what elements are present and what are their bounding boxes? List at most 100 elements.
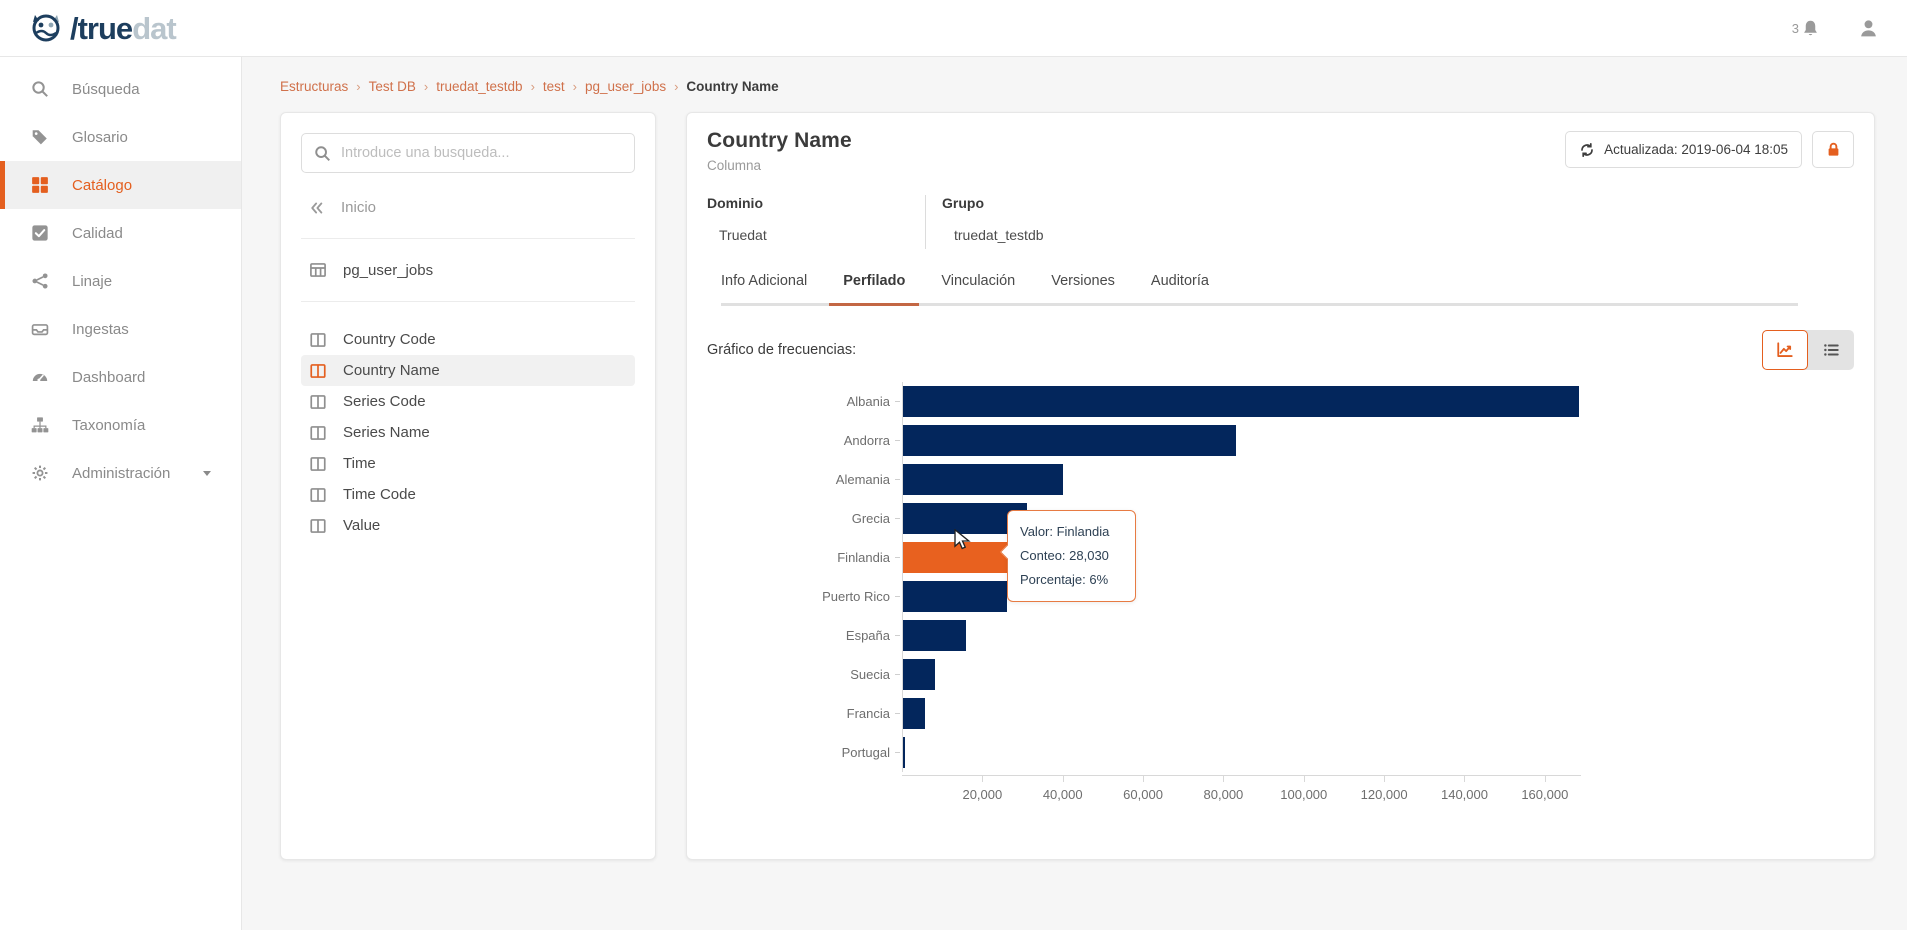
- x-axis-tick: [982, 776, 984, 782]
- column-item-series-code[interactable]: Series Code: [301, 386, 635, 417]
- owl-logo-icon: [26, 8, 66, 48]
- sidebar-item-label: Taxonomía: [72, 416, 146, 434]
- frequency-bar-albania[interactable]: [903, 386, 1579, 417]
- column-item-time-code[interactable]: Time Code: [301, 479, 635, 510]
- sidebar-item-busqueda[interactable]: Búsqueda: [0, 65, 241, 113]
- tab-versiones[interactable]: Versiones: [1051, 273, 1115, 289]
- sidebar-item-administracion[interactable]: Administración: [0, 449, 241, 497]
- angles-left-icon: [309, 200, 325, 216]
- tooltip-percentage-line: Porcentaje: 6%: [1020, 572, 1109, 588]
- sidebar: Búsqueda Glosario Catálogo Calidad Linaje Ing…: [0, 57, 242, 930]
- breadcrumb-separator: ›: [572, 79, 578, 94]
- divider: [301, 238, 635, 239]
- truedat-logo[interactable]: /truedat: [26, 8, 177, 48]
- frequency-bar-puerto-rico[interactable]: [903, 581, 1007, 612]
- main-content: Estructuras › Test DB › truedat_testdb › test ›…: [242, 57, 1907, 930]
- breadcrumb-item[interactable]: pg_user_jobs: [585, 79, 666, 94]
- column-name: Time Code: [343, 486, 416, 503]
- tab-auditoria[interactable]: Auditoría: [1151, 273, 1209, 289]
- category-label: Albania: [707, 382, 902, 421]
- back-to-home-link[interactable]: Inicio: [309, 199, 629, 216]
- column-name: Value: [343, 517, 381, 534]
- breadcrumb-item[interactable]: Estructuras: [280, 79, 348, 94]
- column-name: Time: [343, 455, 376, 472]
- sidebar-item-ingestas[interactable]: Ingestas: [0, 305, 241, 353]
- column-item-time[interactable]: Time: [301, 448, 635, 479]
- x-axis-tick-label: 20,000: [962, 787, 1003, 802]
- column-name: Series Name: [343, 424, 430, 441]
- x-axis-tick-label: 80,000: [1203, 787, 1244, 802]
- breadcrumb-separator: ›: [356, 79, 361, 94]
- structure-type-label: Columna: [707, 158, 762, 173]
- sidebar-item-calidad[interactable]: Calidad: [0, 209, 241, 257]
- sidebar-item-taxonomia[interactable]: Taxonomía: [0, 401, 241, 449]
- frequency-bar-suecia[interactable]: [903, 659, 936, 690]
- x-axis-tick-label: 160,000: [1521, 787, 1569, 802]
- column-icon: [309, 331, 327, 349]
- chart-tooltip: Valor: Finlandia Conteo: 28,030 Porcenta…: [999, 510, 1136, 603]
- brand-wordmark: /truedat: [70, 10, 177, 46]
- x-axis-tick-label: 40,000: [1042, 787, 1083, 802]
- column-name: Series Code: [343, 393, 426, 410]
- breadcrumb-item[interactable]: test: [543, 79, 565, 94]
- x-axis-tick: [1544, 776, 1546, 782]
- tab-info-adicional[interactable]: Info Adicional: [721, 273, 807, 289]
- table-name: pg_user_jobs: [343, 261, 434, 279]
- chart-view-toggle: [1762, 330, 1854, 370]
- category-label: España: [707, 616, 902, 655]
- sidebar-item-glosario[interactable]: Glosario: [0, 113, 241, 161]
- column-name: Country Name: [343, 362, 440, 379]
- breadcrumb: Estructuras › Test DB › truedat_testdb › test ›…: [280, 79, 1907, 94]
- column-item-value[interactable]: Value: [301, 510, 635, 541]
- frequency-bar-espana[interactable]: [903, 620, 966, 651]
- bell-icon: [1801, 19, 1820, 38]
- column-icon: [309, 424, 327, 442]
- category-label: Puerto Rico: [707, 577, 902, 616]
- breadcrumb-item[interactable]: Test DB: [369, 79, 416, 94]
- inbox-icon: [30, 320, 50, 338]
- breadcrumb-separator: ›: [674, 79, 679, 94]
- refresh-icon: [1579, 142, 1595, 158]
- column-item-series-name[interactable]: Series Name: [301, 417, 635, 448]
- breadcrumb-separator: ›: [423, 79, 429, 94]
- confidential-lock-button[interactable]: [1812, 131, 1854, 168]
- category-label: Alemania: [707, 460, 902, 499]
- tab-perfilado[interactable]: Perfilado: [829, 273, 920, 306]
- table-item-pg-user-jobs[interactable]: pg_user_jobs: [309, 261, 635, 279]
- frequency-bar-portugal[interactable]: [903, 737, 906, 768]
- check-square-icon: [30, 224, 50, 242]
- frequency-bar-row: [903, 421, 1581, 460]
- sidebar-item-label: Calidad: [72, 224, 123, 242]
- frequency-bar-francia[interactable]: [903, 698, 926, 729]
- x-axis-tick-label: 120,000: [1360, 787, 1408, 802]
- column-name: Country Code: [343, 331, 436, 348]
- user-icon[interactable]: [1858, 18, 1879, 39]
- column-item-country-code[interactable]: Country Code: [301, 324, 635, 355]
- x-axis-tick: [1223, 776, 1225, 782]
- frequency-bar-row: [903, 733, 1581, 772]
- frequency-bar-andorra[interactable]: [903, 425, 1236, 456]
- frequency-bar-alemania[interactable]: [903, 464, 1064, 495]
- sidebar-item-catalogo[interactable]: Catálogo: [0, 161, 241, 209]
- list-view-button[interactable]: [1808, 330, 1854, 370]
- frequency-bar-row: [903, 694, 1581, 733]
- refresh-updated-button[interactable]: Actualizada: 2019-06-04 18:05: [1565, 131, 1802, 168]
- sidebar-item-label: Linaje: [72, 272, 113, 290]
- chart-category-labels: Albania Andorra Alemania Grecia Finlandia Pue…: [707, 382, 902, 809]
- sidebar-item-dashboard[interactable]: Dashboard: [0, 353, 241, 401]
- search-icon: [30, 80, 50, 98]
- back-label: Inicio: [341, 199, 377, 216]
- detail-tabs: Info Adicional Perfilado Vinculación Versio…: [721, 273, 1798, 306]
- breadcrumb-item[interactable]: truedat_testdb: [436, 79, 522, 94]
- frequency-bar-row: [903, 382, 1581, 421]
- column-icon: [309, 393, 327, 411]
- frequency-bar-row: [903, 460, 1581, 499]
- tab-vinculacion[interactable]: Vinculación: [941, 273, 1015, 289]
- search-input[interactable]: [341, 145, 622, 161]
- sidebar-item-linaje[interactable]: Linaje: [0, 257, 241, 305]
- chart-view-button[interactable]: [1762, 330, 1808, 370]
- column-item-country-name[interactable]: Country Name: [301, 355, 635, 386]
- breadcrumb-item: Country Name: [686, 79, 779, 94]
- category-label: Andorra: [707, 421, 902, 460]
- notifications-button[interactable]: 3: [1792, 19, 1820, 38]
